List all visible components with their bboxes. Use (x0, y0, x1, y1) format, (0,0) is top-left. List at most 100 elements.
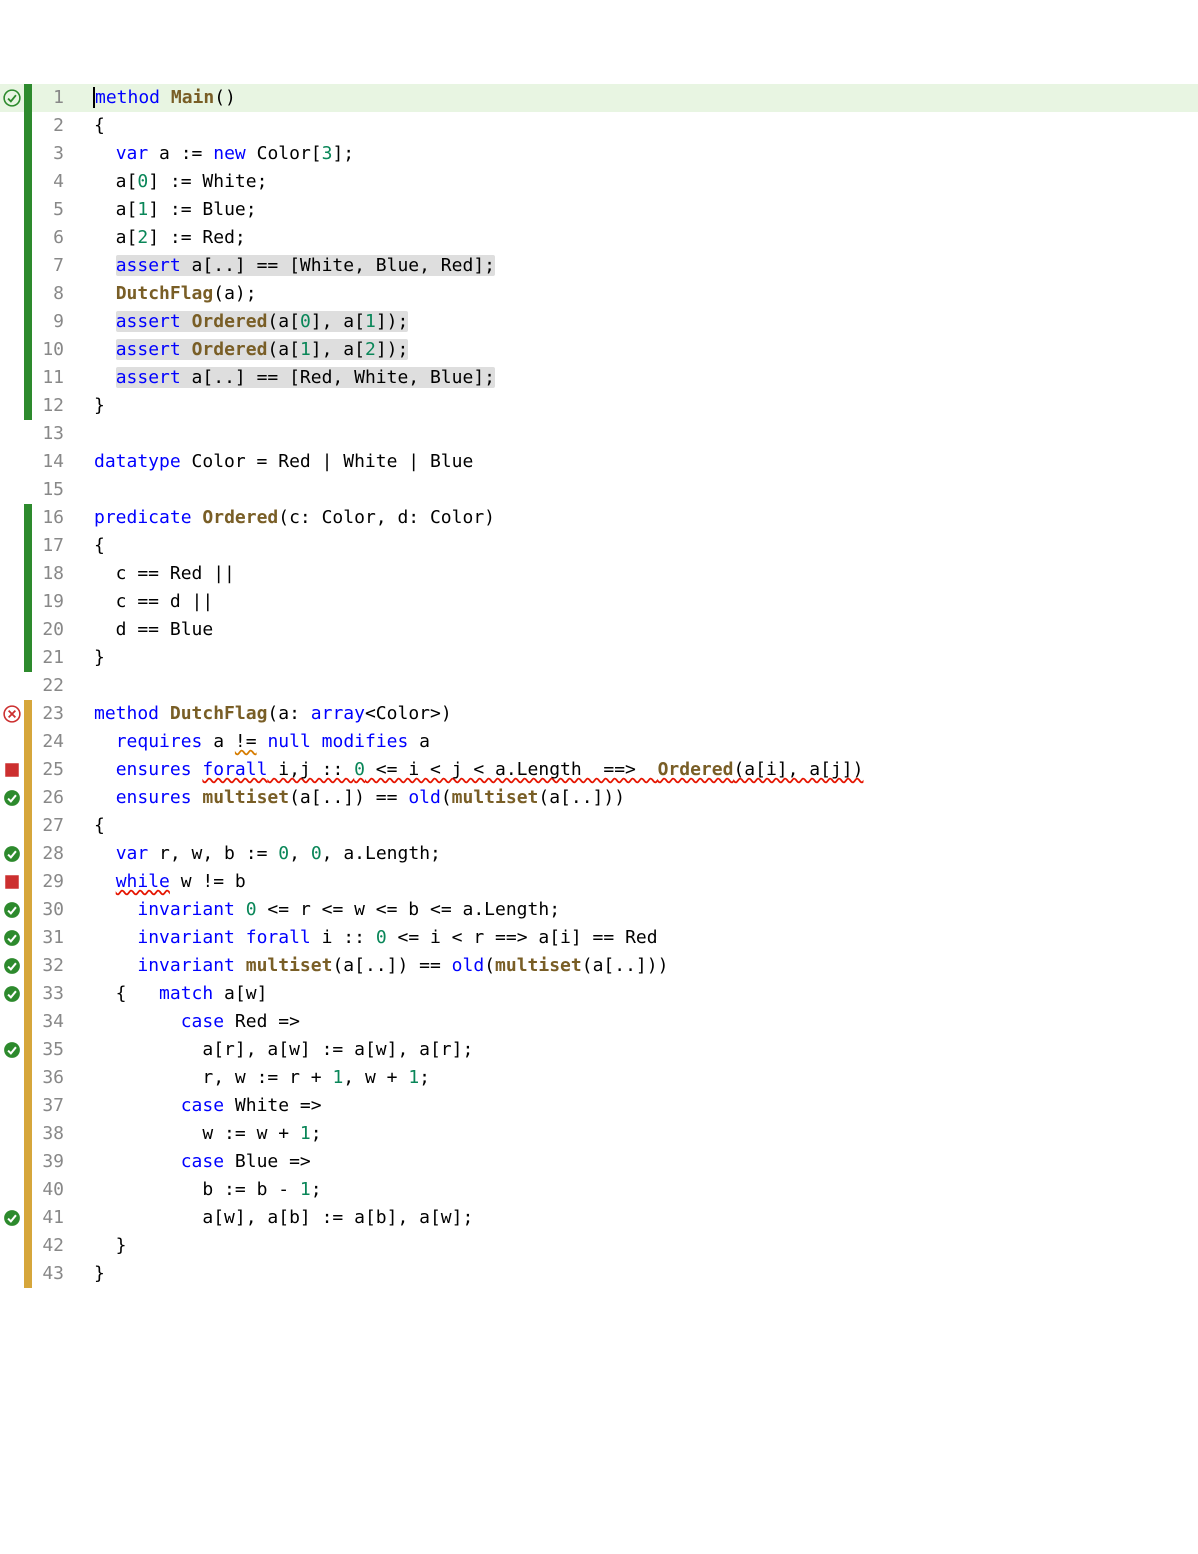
code-content[interactable]: assert a[..] == [Red, White, Blue]; (76, 364, 1198, 392)
code-line[interactable]: 23method DutchFlag(a: array<Color>) (0, 700, 1198, 728)
code-content[interactable]: } (76, 644, 1198, 672)
code-line[interactable]: 4 a[0] := White; (0, 168, 1198, 196)
code-line[interactable]: 29 while w != b (0, 868, 1198, 896)
code-line[interactable]: 21} (0, 644, 1198, 672)
code-line[interactable]: 35 a[r], a[w] := a[w], a[r]; (0, 1036, 1198, 1064)
code-content[interactable]: { (76, 112, 1198, 140)
code-token: { (94, 983, 159, 1004)
code-line[interactable]: 7 assert a[..] == [White, Blue, Red]; (0, 252, 1198, 280)
code-line[interactable]: 13 (0, 420, 1198, 448)
code-content[interactable]: datatype Color = Red | White | Blue (76, 448, 1198, 476)
code-line[interactable]: 22 (0, 672, 1198, 700)
code-line[interactable]: 26 ensures multiset(a[..]) == old(multis… (0, 784, 1198, 812)
code-content[interactable]: invariant 0 <= r <= w <= b <= a.Length; (76, 896, 1198, 924)
code-content[interactable]: a[r], a[w] := a[w], a[r]; (76, 1036, 1198, 1064)
code-editor[interactable]: 1method Main()2{3 var a := new Color[3];… (0, 84, 1198, 1288)
line-number: 26 (32, 784, 76, 812)
code-content[interactable]: var r, w, b := 0, 0, a.Length; (76, 840, 1198, 868)
code-content[interactable]: ensures multiset(a[..]) == old(multiset(… (76, 784, 1198, 812)
code-line[interactable]: 25 ensures forall i,j :: 0 <= i < j < a.… (0, 756, 1198, 784)
code-line[interactable]: 39 case Blue => (0, 1148, 1198, 1176)
code-line[interactable]: 34 case Red => (0, 1008, 1198, 1036)
code-line[interactable]: 19 c == d || (0, 588, 1198, 616)
code-content[interactable]: } (76, 1232, 1198, 1260)
code-line[interactable]: 33 { match a[w] (0, 980, 1198, 1008)
code-content[interactable]: var a := new Color[3]; (76, 140, 1198, 168)
code-content[interactable]: case Red => (76, 1008, 1198, 1036)
code-line[interactable]: 27{ (0, 812, 1198, 840)
code-line[interactable]: 9 assert Ordered(a[0], a[1]); (0, 308, 1198, 336)
code-line[interactable]: 37 case White => (0, 1092, 1198, 1120)
code-token: 1 (365, 311, 376, 332)
code-content[interactable]: { match a[w] (76, 980, 1198, 1008)
verification-status-bar (24, 308, 32, 336)
code-line[interactable]: 43} (0, 1260, 1198, 1288)
code-line[interactable]: 36 r, w := r + 1, w + 1; (0, 1064, 1198, 1092)
code-line[interactable]: 10 assert Ordered(a[1], a[2]); (0, 336, 1198, 364)
code-line[interactable]: 17{ (0, 532, 1198, 560)
code-line[interactable]: 30 invariant 0 <= r <= w <= b <= a.Lengt… (0, 896, 1198, 924)
code-content[interactable] (76, 476, 1198, 504)
code-line[interactable]: 32 invariant multiset(a[..]) == old(mult… (0, 952, 1198, 980)
code-content[interactable]: { (76, 812, 1198, 840)
code-line[interactable]: 31 invariant forall i :: 0 <= i < r ==> … (0, 924, 1198, 952)
code-content[interactable]: assert Ordered(a[1], a[2]); (76, 336, 1198, 364)
code-content[interactable]: invariant forall i :: 0 <= i < r ==> a[i… (76, 924, 1198, 952)
code-line[interactable]: 3 var a := new Color[3]; (0, 140, 1198, 168)
code-content[interactable]: method Main() (76, 84, 1198, 112)
code-content[interactable]: r, w := r + 1, w + 1; (76, 1064, 1198, 1092)
code-line[interactable]: 24 requires a != null modifies a (0, 728, 1198, 756)
code-content[interactable]: c == Red || (76, 560, 1198, 588)
line-number: 43 (32, 1260, 76, 1288)
code-token: multiset (246, 955, 333, 976)
code-content[interactable]: ensures forall i,j :: 0 <= i < j < a.Len… (76, 756, 1198, 784)
code-content[interactable]: case White => (76, 1092, 1198, 1120)
code-line[interactable]: 42 } (0, 1232, 1198, 1260)
code-token: 2 (137, 227, 148, 248)
code-content[interactable]: a[w], a[b] := a[b], a[w]; (76, 1204, 1198, 1232)
code-line[interactable]: 12} (0, 392, 1198, 420)
code-line[interactable]: 1method Main() (0, 84, 1198, 112)
code-token: 2 (365, 339, 376, 360)
code-line[interactable]: 6 a[2] := Red; (0, 224, 1198, 252)
code-content[interactable]: case Blue => (76, 1148, 1198, 1176)
code-content[interactable]: while w != b (76, 868, 1198, 896)
code-content[interactable]: b := b - 1; (76, 1176, 1198, 1204)
code-token: a[ (94, 199, 137, 220)
code-content[interactable]: c == d || (76, 588, 1198, 616)
code-line[interactable]: 41 a[w], a[b] := a[b], a[w]; (0, 1204, 1198, 1232)
code-content[interactable]: a[0] := White; (76, 168, 1198, 196)
code-line[interactable]: 18 c == Red || (0, 560, 1198, 588)
code-line[interactable]: 38 w := w + 1; (0, 1120, 1198, 1148)
code-line[interactable]: 8 DutchFlag(a); (0, 280, 1198, 308)
code-line[interactable]: 16predicate Ordered(c: Color, d: Color) (0, 504, 1198, 532)
code-content[interactable]: a[2] := Red; (76, 224, 1198, 252)
code-content[interactable]: } (76, 1260, 1198, 1288)
code-content[interactable] (76, 420, 1198, 448)
code-content[interactable]: a[1] := Blue; (76, 196, 1198, 224)
code-line[interactable]: 20 d == Blue (0, 616, 1198, 644)
code-line[interactable]: 40 b := b - 1; (0, 1176, 1198, 1204)
code-content[interactable]: invariant multiset(a[..]) == old(multise… (76, 952, 1198, 980)
verification-status-bar (24, 476, 32, 504)
code-content[interactable]: DutchFlag(a); (76, 280, 1198, 308)
code-line[interactable]: 11 assert a[..] == [Red, White, Blue]; (0, 364, 1198, 392)
code-token: w + (246, 1123, 300, 1144)
code-content[interactable]: predicate Ordered(c: Color, d: Color) (76, 504, 1198, 532)
code-line[interactable]: 14datatype Color = Red | White | Blue (0, 448, 1198, 476)
code-line[interactable]: 28 var r, w, b := 0, 0, a.Length; (0, 840, 1198, 868)
code-content[interactable]: d == Blue (76, 616, 1198, 644)
code-content[interactable]: method DutchFlag(a: array<Color>) (76, 700, 1198, 728)
code-line[interactable]: 15 (0, 476, 1198, 504)
code-token: assert (116, 255, 181, 276)
code-content[interactable]: } (76, 392, 1198, 420)
code-content[interactable]: w := w + 1; (76, 1120, 1198, 1148)
code-content[interactable]: requires a != null modifies a (76, 728, 1198, 756)
code-content[interactable]: { (76, 532, 1198, 560)
code-line[interactable]: 5 a[1] := Blue; (0, 196, 1198, 224)
code-content[interactable]: assert a[..] == [White, Blue, Red]; (76, 252, 1198, 280)
code-line[interactable]: 2{ (0, 112, 1198, 140)
code-content[interactable]: assert Ordered(a[0], a[1]); (76, 308, 1198, 336)
gutter-spacer (0, 644, 24, 672)
code-content[interactable] (76, 672, 1198, 700)
